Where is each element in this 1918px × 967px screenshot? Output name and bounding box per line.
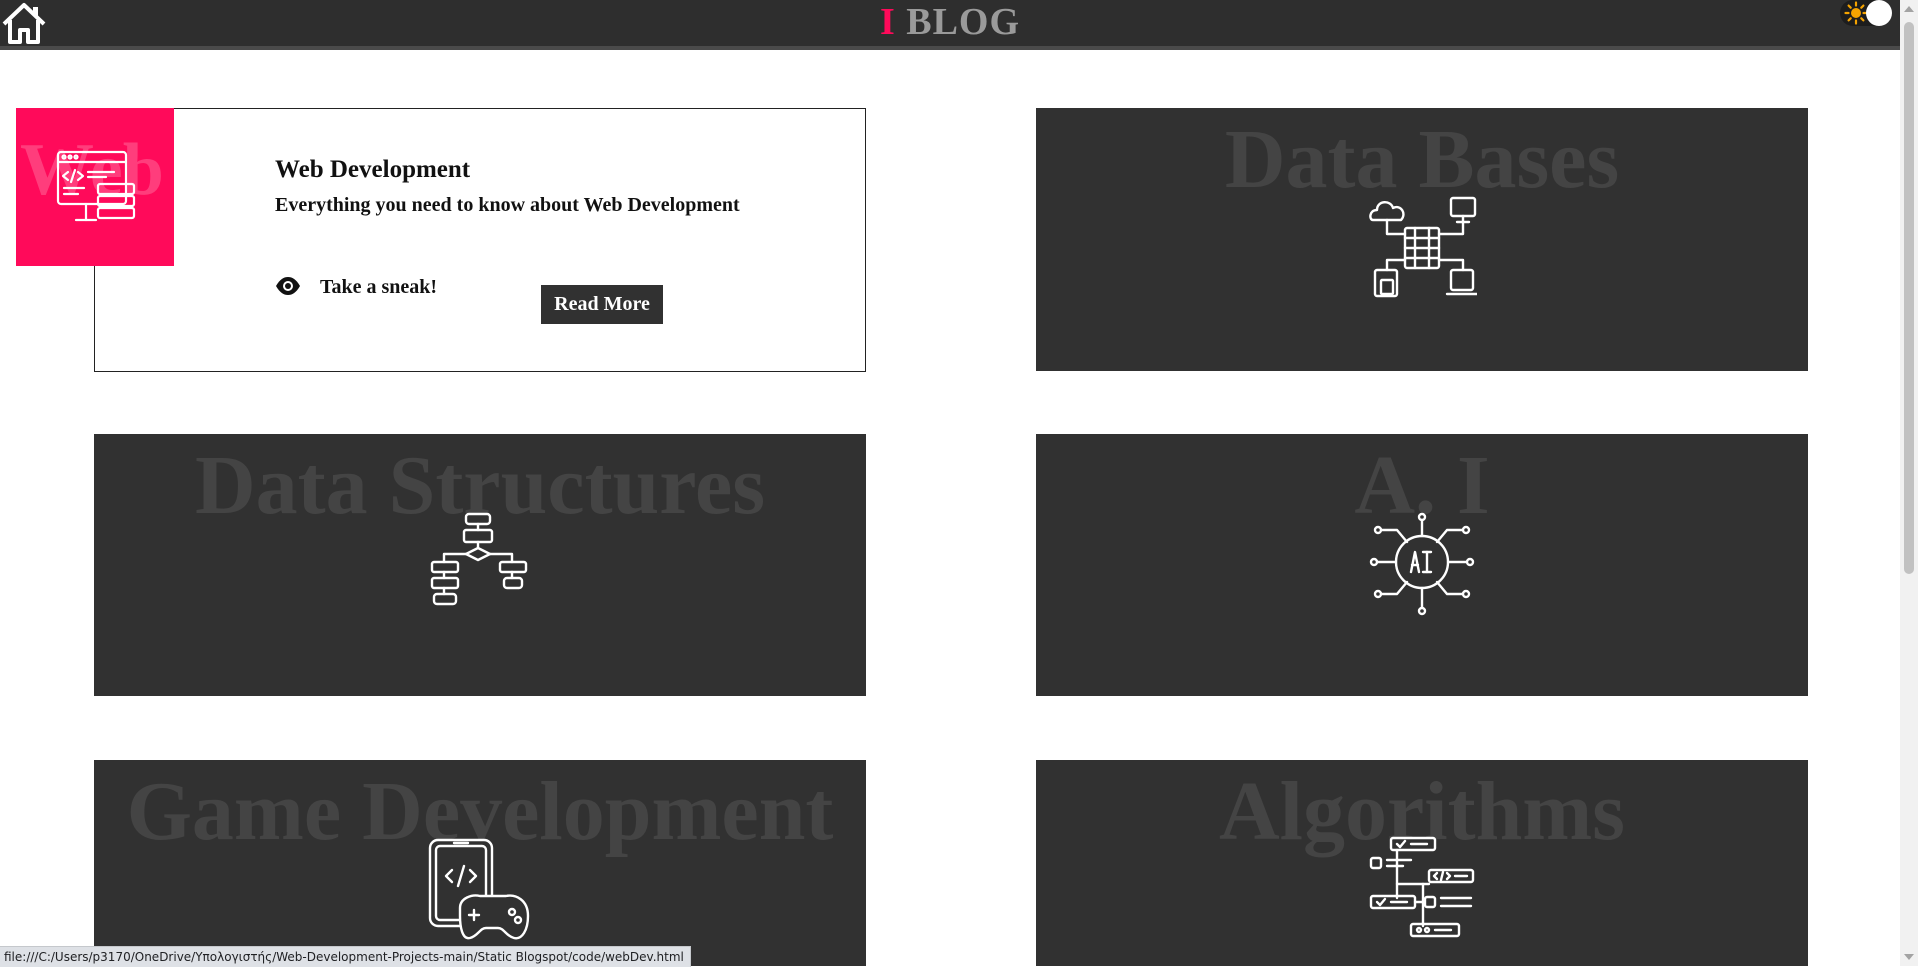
- algorithm-steps-icon: [1367, 836, 1477, 946]
- read-more-button[interactable]: Read More: [541, 285, 663, 324]
- card-data-structures[interactable]: Data Structures: [94, 434, 866, 696]
- phone-gamepad-icon: [424, 836, 534, 946]
- sun-icon: [1844, 1, 1868, 25]
- vertical-scrollbar[interactable]: [1900, 0, 1918, 966]
- theme-toggle[interactable]: [1840, 0, 1892, 26]
- scroll-down-icon[interactable]: [1904, 954, 1914, 960]
- flowchart-icon: [424, 510, 534, 620]
- eye-icon: [275, 276, 301, 296]
- database-network-icon: [1367, 190, 1479, 300]
- web-dev-icon-box: Web Dev: [16, 108, 174, 266]
- site-brand: I BLOG: [0, 0, 1900, 44]
- card-game-development[interactable]: Game Development: [94, 760, 866, 966]
- sneak-label: Take a sneak!: [320, 276, 438, 298]
- scrollbar-thumb[interactable]: [1904, 22, 1914, 574]
- card-subtitle: Everything you need to know about Web De…: [275, 194, 740, 216]
- card-web-development[interactable]: [94, 108, 866, 372]
- toggle-knob: [1866, 0, 1892, 26]
- ai-chip-icon: [1367, 510, 1477, 620]
- status-bar-url: file:///C:/Users/p3170/OneDrive/Υπολογισ…: [0, 946, 691, 967]
- brand-initial: I: [879, 1, 896, 43]
- card-ai[interactable]: A. I: [1036, 434, 1808, 696]
- brand-name: BLOG: [906, 1, 1021, 43]
- code-window-icon: [54, 146, 138, 230]
- top-nav-bar: I BLOG: [0, 0, 1900, 50]
- card-title: Web Development: [275, 156, 471, 183]
- card-data-bases[interactable]: Data Bases: [1036, 108, 1808, 371]
- card-algorithms[interactable]: Algorithms: [1036, 760, 1808, 966]
- scroll-up-icon[interactable]: [1904, 6, 1914, 12]
